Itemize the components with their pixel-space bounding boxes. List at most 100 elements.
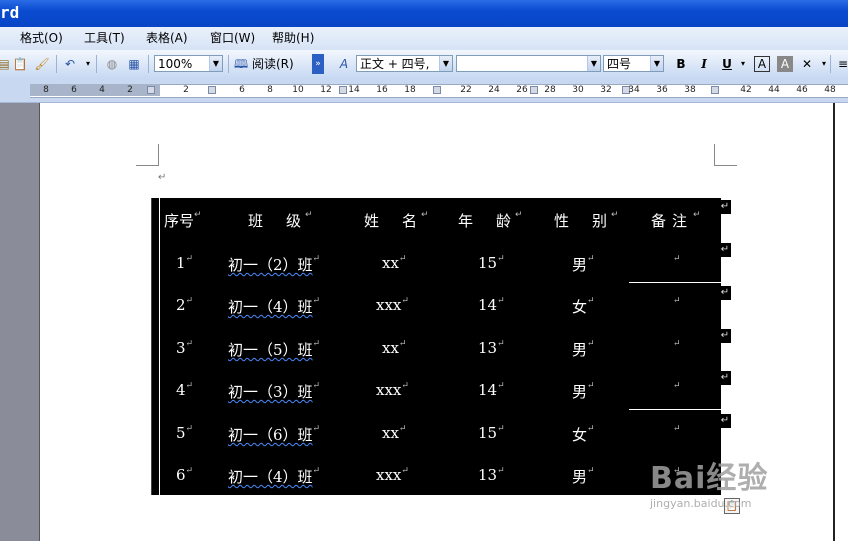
gender-cell: 男↵ (572, 254, 595, 274)
ruler-number: 28 (544, 85, 556, 95)
toolbar: ▤ 📋 🖌 ↶ ▾ ◍ ▦ 100% ▼ 🕮 阅读(R) » A 正文 + 四号… (0, 50, 848, 79)
menu-item-edge[interactable]: ) (0, 27, 1, 50)
ruler-number: 26 (516, 85, 528, 95)
ruler-column-marker[interactable] (208, 86, 216, 94)
note-cell: ↵ (673, 296, 681, 306)
horizontal-ruler[interactable]: 8 6 4 2 2 6 8 10 12 14 16 18 22 24 26 28… (0, 78, 848, 103)
age-cell: 13↵ (478, 339, 505, 357)
ruler-number: 36 (656, 85, 668, 95)
note-cell: ↵ (673, 254, 681, 264)
chevron-down-icon[interactable]: ▼ (650, 56, 663, 71)
row-divider (629, 282, 721, 283)
ruler-column-marker[interactable] (433, 86, 441, 94)
seq-cell: 1↵ (176, 254, 194, 272)
row-end-mark: ↵ (719, 414, 731, 428)
italic-button[interactable]: I (696, 56, 712, 72)
ruler-number: 10 (292, 85, 304, 95)
underline-dropdown-icon[interactable]: ▾ (735, 56, 751, 72)
ruler-number: 42 (740, 85, 752, 95)
zoom-select[interactable]: 100% ▼ (154, 55, 223, 72)
ruler-column-marker[interactable] (147, 86, 155, 94)
menu-item-help[interactable]: 帮助(H) (272, 27, 314, 50)
name-cell: xxx↵ (376, 296, 409, 314)
open-icon[interactable]: ▤ (0, 56, 12, 72)
ruler-number: 8 (267, 85, 273, 95)
menu-item-window[interactable]: 窗口(W) (210, 27, 255, 50)
age-cell: 14↵ (478, 381, 505, 399)
font-name-select[interactable]: ▼ (456, 55, 601, 72)
age-cell: 14↵ (478, 296, 505, 314)
align-left-icon[interactable]: ≡ (835, 56, 848, 72)
note-cell: ↵ (673, 381, 681, 391)
menu-item-tools[interactable]: 工具(T) (84, 27, 125, 50)
read-button[interactable]: 🕮 阅读(R) (234, 54, 294, 74)
crop-mark-right (714, 144, 737, 166)
row-end-mark: ↵ (719, 200, 731, 214)
student-table[interactable]: 序号↵ 班 级↵ 姓 名↵ 年 龄↵ 性 别↵ 备注↵ 1↵ 初一（2）班↵ x… (151, 198, 721, 495)
ruler-column-marker[interactable] (339, 86, 347, 94)
char-scale-icon[interactable]: ✕ (799, 56, 815, 72)
row-divider (629, 409, 721, 410)
page-edge (833, 103, 848, 541)
paste-icon[interactable]: 📋 (12, 56, 28, 72)
name-cell: xx↵ (382, 424, 407, 442)
menu-item-table[interactable]: 表格(A) (146, 27, 188, 50)
font-size-select[interactable]: 四号 ▼ (603, 55, 664, 72)
toolbar-separator (228, 55, 229, 73)
header-cell: 年 龄↵ (458, 210, 527, 230)
crop-mark-left (136, 144, 159, 166)
undo-icon[interactable]: ↶ (62, 56, 78, 72)
title-bar: rd (0, 0, 848, 27)
toolbar-separator (56, 55, 57, 73)
seq-cell: 4↵ (176, 381, 194, 399)
age-cell: 13↵ (478, 466, 505, 484)
toolbar-separator (830, 55, 831, 73)
header-cell: 班 级↵ (248, 210, 317, 230)
menu-item-format[interactable]: 格式(O) (20, 27, 63, 50)
chevron-down-icon[interactable]: ▼ (439, 56, 452, 71)
ruler-number: 4 (99, 85, 105, 95)
row-end-mark: ↵ (719, 243, 731, 257)
ruler-column-marker[interactable] (530, 86, 538, 94)
insert-table-icon[interactable]: ▦ (126, 56, 142, 72)
watermark-url: jingyan.baidu.com (650, 497, 752, 510)
ruler-number: 44 (768, 85, 780, 95)
paragraph-mark: ↵ (158, 172, 167, 183)
gender-cell: 男↵ (572, 339, 595, 359)
font-size-value: 四号 (607, 57, 632, 71)
header-cell: 姓 名↵ (364, 210, 433, 230)
note-cell: ↵ (673, 424, 681, 434)
style-select[interactable]: 正文 + 四号, ▼ (356, 55, 453, 72)
row-end-mark: ↵ (719, 329, 731, 343)
name-cell: xxx↵ (376, 466, 409, 484)
char-border-icon[interactable]: A (754, 56, 770, 72)
seq-cell: 5↵ (176, 424, 194, 442)
ruler-margin-left (30, 84, 160, 96)
char-shading-icon[interactable]: A (777, 56, 793, 72)
toolbar-overflow-icon[interactable]: » (312, 54, 324, 74)
ruler-number: 16 (376, 85, 388, 95)
styles-pane-icon[interactable]: A (336, 56, 352, 72)
bold-button[interactable]: B (673, 56, 689, 72)
ruler-number: 24 (488, 85, 500, 95)
class-cell: 初一（2）班↵ (228, 254, 321, 274)
chevron-down-icon[interactable]: ▼ (209, 56, 222, 71)
ruler-number: 14 (348, 85, 360, 95)
row-end-mark: ↵ (719, 286, 731, 300)
ruler-number: 22 (460, 85, 472, 95)
class-cell: 初一（4）班↵ (228, 466, 321, 486)
toolbar-separator (96, 55, 97, 73)
format-painter-icon[interactable]: 🖌 (34, 56, 50, 72)
ruler-number: 38 (684, 85, 696, 95)
underline-button[interactable]: U (719, 56, 735, 72)
watermark: Bai经验 jingyan.baidu.com (650, 453, 768, 510)
ruler-number: 46 (796, 85, 808, 95)
ruler-column-marker[interactable] (711, 86, 719, 94)
ruler-number: 2 (183, 85, 189, 95)
chevron-down-icon[interactable]: ▼ (587, 56, 600, 71)
undo-dropdown-icon[interactable]: ▾ (80, 56, 96, 72)
drawing-icon[interactable]: ◍ (104, 56, 120, 72)
ruler-number: 8 (43, 85, 49, 95)
ruler-number: 6 (71, 85, 77, 95)
header-cell: 备注↵ (651, 210, 707, 230)
